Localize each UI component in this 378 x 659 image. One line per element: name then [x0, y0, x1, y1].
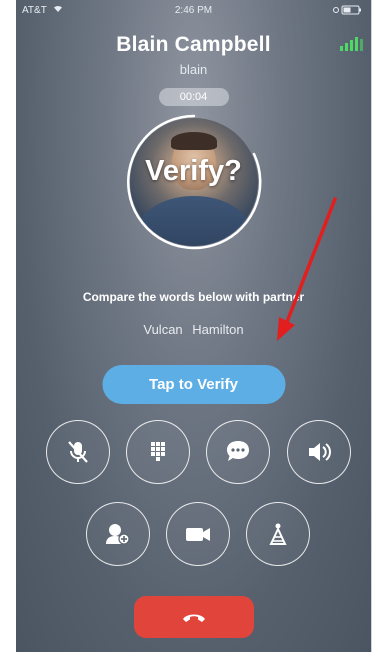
- chat-bubble-icon: [227, 441, 249, 461]
- chat-button[interactable]: [206, 420, 270, 484]
- call-timer: 00:04: [158, 88, 229, 106]
- microphone-muted-icon: [68, 441, 88, 463]
- speaker-icon: [309, 443, 331, 461]
- dialpad-button[interactable]: [126, 420, 190, 484]
- call-screen: AT&T 2:46 PM Blain Campbell blain 00:04: [16, 0, 372, 652]
- signal-strength-icon: [339, 36, 363, 52]
- end-call-button[interactable]: [133, 596, 254, 638]
- mute-button[interactable]: [46, 420, 110, 484]
- add-participant-button[interactable]: [86, 502, 150, 566]
- video-button[interactable]: [166, 502, 230, 566]
- caller-avatar-container[interactable]: Verify?: [124, 112, 264, 252]
- tap-to-verify-button[interactable]: Tap to Verify: [102, 365, 285, 404]
- annotation-arrow: [277, 197, 337, 341]
- add-participant-icon: [106, 524, 130, 545]
- dialpad-icon: [151, 442, 165, 461]
- verification-word-1: Vulcan: [143, 322, 183, 337]
- status-bar: AT&T 2:46 PM: [16, 0, 371, 22]
- battery-icon: [333, 5, 363, 18]
- status-time: 2:46 PM: [174, 5, 213, 16]
- network-tower-icon: [269, 523, 287, 545]
- verify-overlay-text: Verify?: [145, 155, 242, 187]
- caller-username: blain: [179, 62, 208, 77]
- network-quality-button[interactable]: [246, 502, 310, 566]
- speaker-button[interactable]: [287, 420, 351, 484]
- verification-word-2: Hamilton: [192, 322, 244, 337]
- video-camera-icon: [186, 528, 210, 541]
- hang-up-icon: [182, 614, 205, 622]
- caller-name: Blain Campbell: [116, 33, 271, 56]
